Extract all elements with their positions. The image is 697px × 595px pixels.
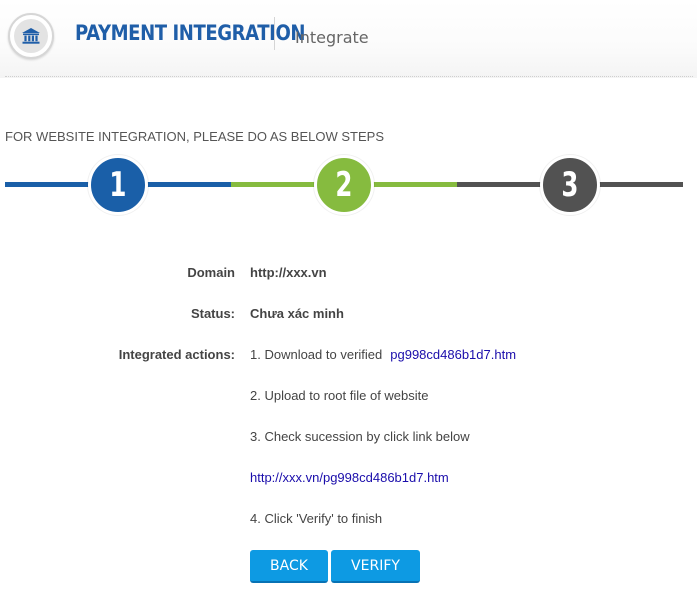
bank-icon <box>14 19 48 53</box>
step-2: 2 <box>314 155 374 215</box>
page-title: PAYMENT INTEGRATION <box>75 21 306 45</box>
header-divider <box>274 17 275 50</box>
action-step-1-text: 1. Download to verified <box>250 347 383 362</box>
logo <box>8 13 54 59</box>
action-step-1: 1. Download to verified pg998cd486b1d7.ht… <box>250 347 516 362</box>
verify-url-link[interactable]: http://xxx.vn/pg998cd486b1d7.htm <box>250 470 449 485</box>
app-header: PAYMENT INTEGRATION Integrate <box>0 0 697 78</box>
verify-button[interactable]: VERIFY <box>331 550 420 583</box>
verify-file-download-link[interactable]: pg998cd486b1d7.htm <box>390 347 516 362</box>
domain-value: http://xxx.vn <box>250 265 327 280</box>
step-2-number: 2 <box>335 165 353 205</box>
domain-label: Domain <box>187 265 235 280</box>
status-value: Chưa xác minh <box>250 306 344 321</box>
status-label: Status: <box>190 306 235 321</box>
action-step-4: 4. Click 'Verify' to finish <box>250 511 383 526</box>
integrated-actions-label: Integrated actions: <box>118 347 235 362</box>
step-3-number: 3 <box>561 165 579 205</box>
header-divider-line <box>5 76 693 77</box>
action-step-3-link-row: http://xxx.vn/pg998cd486b1d7.htm <box>250 470 449 485</box>
action-step-2: 2. Upload to root file of website <box>250 388 429 403</box>
action-step-3: 3. Check sucession by click link below <box>250 429 470 444</box>
step-1: 1 <box>88 155 148 215</box>
tab-integrate[interactable]: Integrate <box>295 28 369 47</box>
step-3: 3 <box>540 155 600 215</box>
steps-instructions: FOR WEBSITE INTEGRATION, PLEASE DO AS BE… <box>5 129 384 144</box>
back-button[interactable]: BACK <box>250 550 328 583</box>
step-1-number: 1 <box>109 165 127 205</box>
